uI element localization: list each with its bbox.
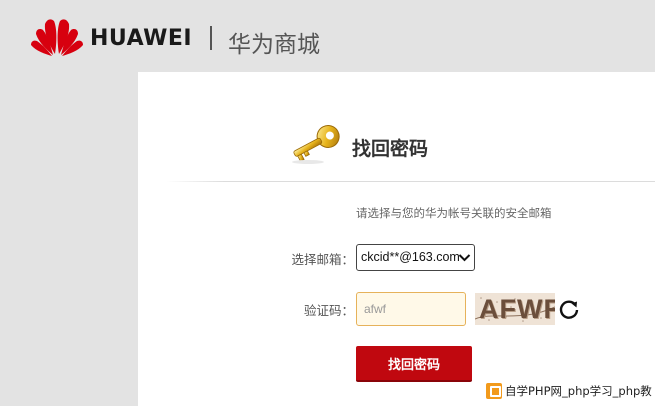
site-header: HUAWEI 华为商城	[0, 0, 655, 72]
header-divider	[210, 26, 212, 50]
captcha-text: AFWF	[479, 294, 555, 324]
submit-button[interactable]: 找回密码	[356, 346, 472, 382]
huawei-logo-icon[interactable]	[30, 14, 84, 56]
chevron-down-icon	[458, 254, 471, 262]
watermark: 自学PHP网_php学习_php教	[483, 380, 655, 402]
email-selected-value: ckcid**@163.com	[361, 250, 460, 264]
refresh-icon[interactable]	[558, 298, 580, 320]
recovery-panel: 找回密码 请选择与您的华为帐号关联的安全邮箱 选择邮箱： ckcid**@163…	[138, 72, 655, 406]
captcha-image[interactable]: AFWF	[475, 293, 555, 325]
page-title: 找回密码	[352, 138, 429, 160]
captcha-label: 验证码：	[303, 303, 354, 318]
golden-key-icon	[292, 124, 340, 164]
captcha-input[interactable]: afwf	[356, 292, 466, 326]
title-divider	[166, 181, 655, 182]
mall-name[interactable]: 华为商城	[228, 25, 320, 59]
brand-wordmark: HUAWEI	[90, 26, 193, 51]
watermark-logo-icon	[486, 383, 502, 399]
email-select[interactable]: ckcid**@163.com	[356, 244, 475, 271]
email-label: 选择邮箱：	[291, 252, 354, 267]
watermark-text: 自学PHP网_php学习_php教	[505, 384, 652, 398]
instruction-text: 请选择与您的华为帐号关联的安全邮箱	[356, 206, 552, 220]
